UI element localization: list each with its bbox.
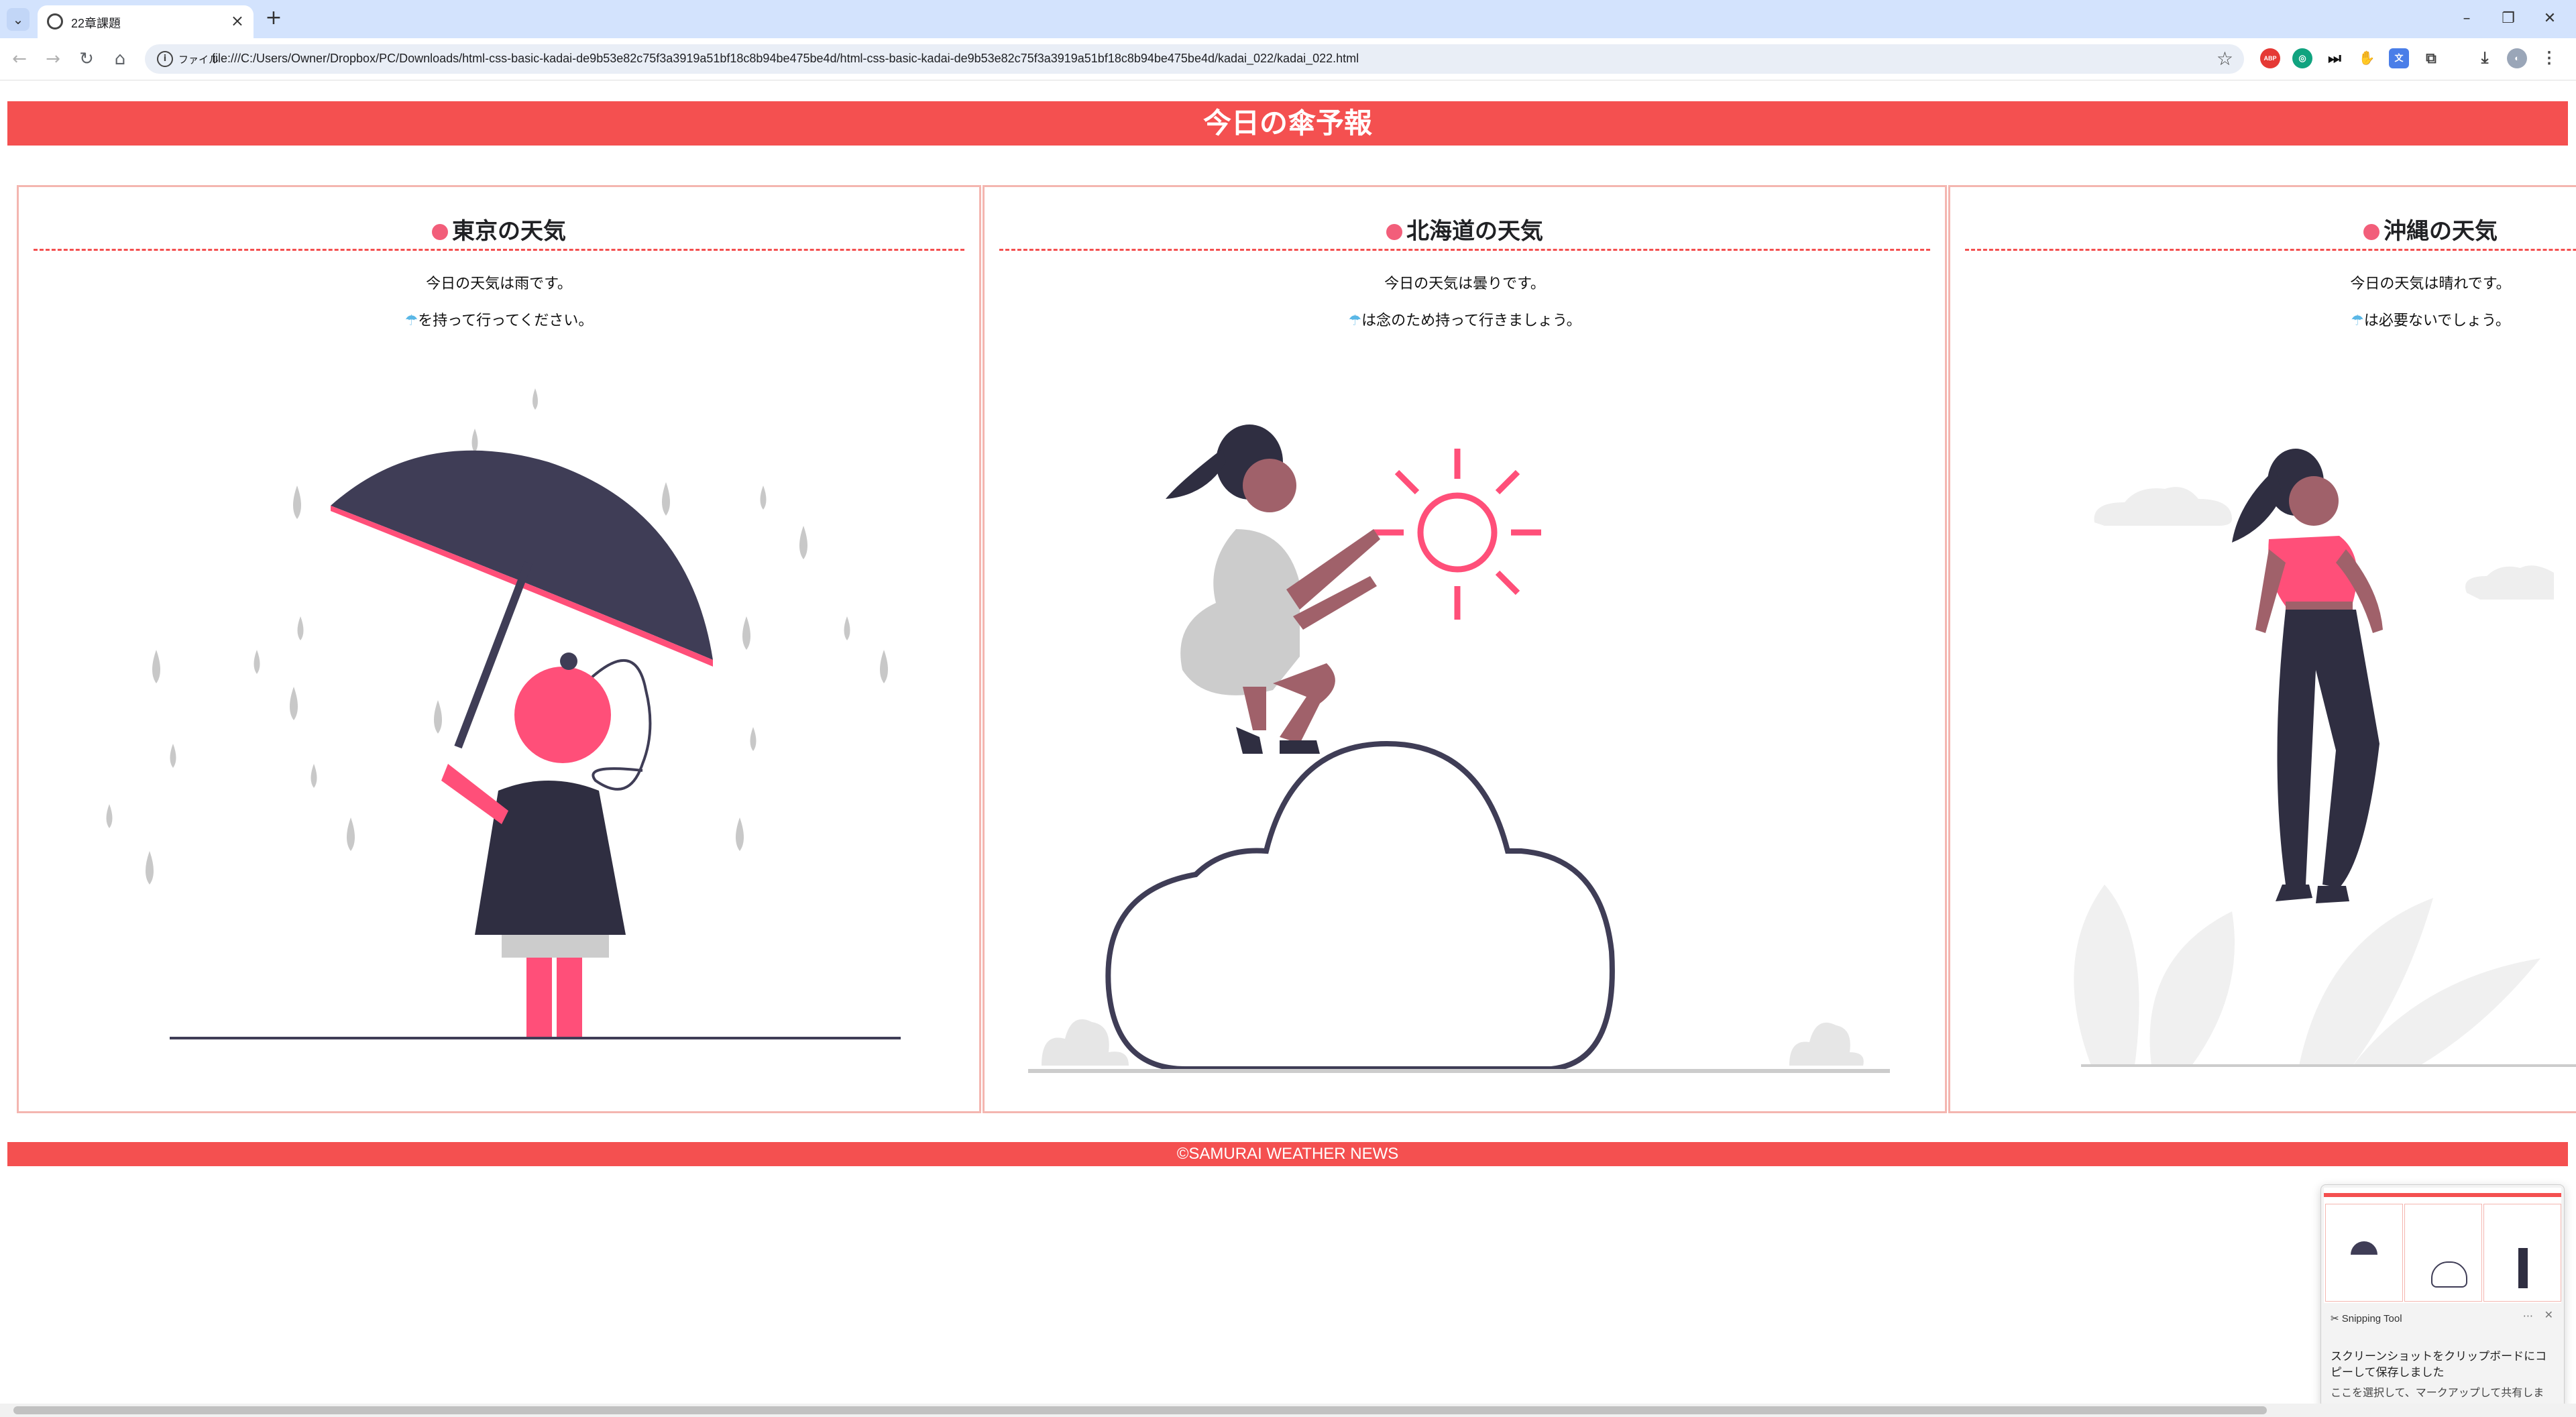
globe-icon <box>47 13 63 30</box>
umbrella-icon: ☂ <box>1348 313 1362 329</box>
minimize-icon[interactable]: – <box>2453 7 2480 31</box>
screenshot-thumbnail[interactable] <box>2324 1188 2561 1303</box>
tab-strip: ⌄ 22章課題 × + – ❐ ✕ <box>0 0 2576 38</box>
close-window-icon[interactable]: ✕ <box>2536 7 2563 31</box>
weather-text: 今日の天気は晴れです。 <box>2350 276 2511 292</box>
waist <box>2286 602 2353 611</box>
chevron-down-icon: ⌄ <box>12 11 24 27</box>
dress <box>1180 529 1300 695</box>
more-options-icon[interactable]: ··· <box>2523 1310 2533 1322</box>
advice-text: ☂を持って行ってください。 <box>19 308 979 330</box>
shoe-front <box>2316 886 2349 903</box>
leaves <box>2074 885 2540 1066</box>
horizontal-scrollbar[interactable] <box>0 1404 2576 1417</box>
umbrella-icon: ☂ <box>2351 313 2364 329</box>
card-title: 東京の天気 <box>34 214 964 251</box>
url-text[interactable]: file:///C:/Users/Owner/Dropbox/PC/Downlo… <box>212 52 1359 66</box>
advice-label: は必要ないでしょう。 <box>2363 313 2510 329</box>
adblock-extension-icon[interactable]: ABP <box>2260 48 2280 68</box>
pink-dot-icon <box>432 224 448 240</box>
ponytail <box>2232 469 2282 543</box>
ponytail <box>1166 449 1226 499</box>
leg-back <box>1243 687 1266 730</box>
weather-card-hokkaido: 北海道の天気 今日の天気は曇りです。 ☂は念のため持って行きましょう。 <box>983 185 1947 1113</box>
page-footer: ©SAMURAI WEATHER NEWS <box>7 1142 2568 1166</box>
umbrella-canopy <box>331 450 713 660</box>
page-header: 今日の傘予報 <box>7 101 2568 146</box>
info-icon: i <box>157 51 173 67</box>
card-title-text: 沖縄の天気 <box>2384 218 2498 245</box>
weather-text: 今日の天気は雨です。 <box>426 276 572 292</box>
weather-card-okinawa: 沖縄の天気 今日の天気は晴れです。 ☂は必要ないでしょう。 <box>1948 185 2576 1113</box>
star-icon[interactable]: ☆ <box>2217 48 2233 70</box>
tab-active[interactable]: 22章課題 × <box>38 5 254 38</box>
advice-text: ☂は念のため持って行きましょう。 <box>985 308 1945 330</box>
sun-icon <box>1374 449 1541 620</box>
card-title-text: 北海道の天気 <box>1406 218 1543 245</box>
snipping-tool-message: スクリーンショットをクリップボードにコピーして保存しました <box>2331 1350 2547 1379</box>
shoe-front <box>1280 740 1320 754</box>
hand-extension-icon[interactable]: ✋ <box>2357 48 2377 68</box>
snipping-tool-notification[interactable]: ✂ Snipping Tool ··· ✕ スクリーンショットをクリップボードに… <box>2320 1184 2565 1415</box>
face <box>2289 476 2339 526</box>
address-bar[interactable]: i ファイル file:///C:/Users/Owner/Dropbox/PC… <box>145 44 2244 74</box>
weather-text: 今日の天気は曇りです。 <box>1384 276 1545 292</box>
home-icon[interactable]: ⌂ <box>107 46 133 72</box>
pink-dot-icon <box>1386 224 1402 240</box>
puzzle-icon[interactable]: ⧉ <box>2421 48 2441 68</box>
scrollbar-thumb[interactable] <box>13 1406 2267 1414</box>
tab-search-button[interactable]: ⌄ <box>7 8 30 31</box>
umbrella-icon: ☂ <box>404 313 418 329</box>
more-menu-icon[interactable]: ⋮ <box>2539 48 2559 68</box>
tab-title: 22章課題 <box>71 17 121 30</box>
right-leg <box>557 958 582 1038</box>
shoe <box>2276 885 2312 901</box>
download-icon[interactable]: ⤓ <box>2475 48 2495 68</box>
back-icon[interactable]: ← <box>7 46 32 72</box>
weather-cards: 東京の天気 今日の天気は雨です。 ☂を持って行ってください。 北海道の天気 今日… <box>17 185 2576 1113</box>
skirt <box>502 935 609 958</box>
browser-toolbar: ← → ↻ ⌂ i ファイル file:///C:/Users/Owner/Dr… <box>0 38 2576 80</box>
head <box>514 667 611 763</box>
page-viewport: 今日の傘予報 東京の天気 今日の天気は雨です。 ☂を持って行ってください。 北海… <box>0 80 2576 1404</box>
close-icon[interactable]: ✕ <box>2544 1308 2553 1321</box>
media-extension-icon[interactable]: ⏭ <box>2325 48 2345 68</box>
new-tab-button[interactable]: + <box>262 7 286 31</box>
thumb-figure <box>2518 1248 2528 1288</box>
translate-extension-icon[interactable]: 文 <box>2389 48 2409 68</box>
advice-label: は念のため持って行きましょう。 <box>1361 313 1581 329</box>
pink-dot-icon <box>2363 224 2379 240</box>
thumb-cloud <box>2431 1261 2467 1288</box>
cloud <box>1105 740 1615 1072</box>
thumb-header-bar <box>2324 1193 2561 1197</box>
left-leg <box>526 958 552 1038</box>
face <box>1243 459 1296 512</box>
card-title: 沖縄の天気 <box>1965 214 2576 251</box>
woman-walking-illustration <box>2074 449 2576 1067</box>
advice-label: を持って行ってください。 <box>418 313 594 329</box>
advice-text: ☂は必要ないでしょう。 <box>1950 308 2576 330</box>
restore-icon[interactable]: ❐ <box>2495 7 2522 31</box>
card-title-text: 東京の天気 <box>452 218 566 245</box>
snipping-tool-app-name: ✂ Snipping Tool <box>2331 1313 2402 1324</box>
tab-close-button[interactable]: × <box>231 11 244 31</box>
shoe <box>1236 727 1263 754</box>
weather-card-tokyo: 東京の天気 今日の天気は雨です。 ☂を持って行ってください。 <box>17 185 981 1113</box>
card-title: 北海道の天気 <box>999 214 1930 251</box>
forward-icon[interactable]: → <box>40 46 66 72</box>
woman-with-umbrella-illustration <box>106 388 901 1039</box>
chatgpt-extension-icon[interactable]: ◎ <box>2292 48 2312 68</box>
woman-climbing-cloud-illustration <box>1028 424 1890 1073</box>
reload-icon[interactable]: ↻ <box>74 46 99 72</box>
scissors-icon: ✂ <box>2331 1313 2342 1324</box>
hair-bun <box>560 653 577 670</box>
trousers <box>2277 610 2379 888</box>
avatar[interactable]: ◐ <box>2507 48 2527 68</box>
